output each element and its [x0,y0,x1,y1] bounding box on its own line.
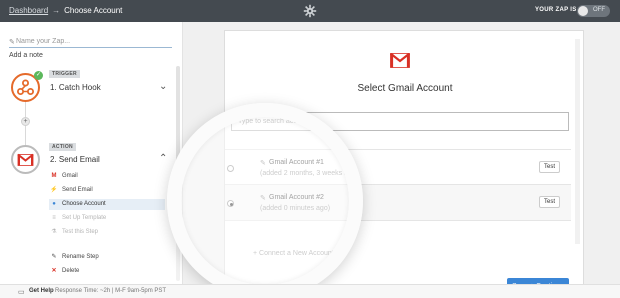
sidebar-item-test-this-step[interactable]: ⚗ Test this Step [49,227,165,238]
gmail-icon: M [51,173,57,179]
sidebar: ✎ Name your Zap... Add a note + ✓ TRIGGE… [0,22,183,284]
x-icon: ✕ [51,268,57,274]
check-icon: ✓ [34,71,43,80]
chat-icon: ▭ [18,289,25,296]
gear-icon[interactable] [303,4,317,18]
test-account-button[interactable]: Test [539,161,560,173]
action-step-title[interactable]: 2. Send Email [50,155,100,164]
gmail-icon[interactable] [11,145,40,174]
sidebar-item-gmail[interactable]: M Gmail [49,171,165,182]
get-help-link[interactable]: Get Help [29,288,54,294]
sidebar-item-label: Send Email [62,187,93,193]
sidebar-item-choose-account[interactable]: ● Choose Account [49,199,165,210]
user-icon: ● [52,201,56,207]
toggle-text: OFF [593,7,605,13]
response-time-text: Response Time: ~2h | M-F 9am-5pm PST [55,288,167,294]
list-icon: ≡ [52,215,56,221]
top-bar: Dashboard → Choose Account YOUR ZAP IS OFF [0,0,620,22]
flask-icon: ⚗ [51,229,57,235]
breadcrumb-separator: → [52,6,61,15]
toggle-knob [578,6,588,16]
main-scrollbar[interactable] [575,39,580,244]
breadcrumb-current: Choose Account [64,6,123,15]
zap-status-label: YOUR ZAP IS [535,7,577,13]
sidebar-item-label: Set Up Template [62,215,107,221]
webhook-glyph [17,79,34,95]
sidebar-item-label: Delete [62,268,80,274]
breadcrumb-dashboard-link[interactable]: Dashboard [9,6,48,15]
footer: ▭ Get Help Response Time: ~2h | M-F 9am-… [0,284,620,298]
zap-on-off-toggle[interactable]: OFF [577,5,610,17]
sidebar-item-rename-step[interactable]: ✎ Rename Step [49,252,165,263]
pencil-icon: ✎ [51,254,57,260]
sidebar-item-label: Rename Step [62,254,99,260]
sidebar-item-send-email[interactable]: ⚡ Send Email [49,185,165,196]
pencil-icon: ✎ [9,39,15,46]
chevron-down-icon[interactable]: ⌄ [159,81,167,92]
breadcrumb: Dashboard → Choose Account [9,6,122,15]
sidebar-item-label: Choose Account [62,201,106,207]
sidebar-item-set-up-template[interactable]: ≡ Set Up Template [49,213,165,224]
trigger-step-title[interactable]: 1. Catch Hook [50,83,101,92]
add-step-button[interactable]: + [21,117,30,126]
page-title: Select Gmail Account [357,83,453,94]
test-account-button[interactable]: Test [539,196,560,208]
sidebar-item-delete[interactable]: ✕ Delete [49,266,165,277]
trigger-badge: TRIGGER [49,70,80,78]
zap-name-input[interactable]: ✎ Name your Zap... [9,36,172,48]
chevron-up-icon[interactable]: ⌃ [159,153,167,164]
gmail-logo-icon [390,53,410,68]
zap-name-placeholder: Name your Zap... [16,38,71,45]
sidebar-item-label: Gmail [62,173,78,179]
bolt-icon: ⚡ [50,187,58,193]
gmail-glyph [17,153,34,166]
action-badge: ACTION [49,143,76,151]
add-note-link[interactable]: Add a note [9,52,43,59]
sidebar-item-label: Test this Step [62,229,99,235]
magnifier-overlay [167,103,363,298]
